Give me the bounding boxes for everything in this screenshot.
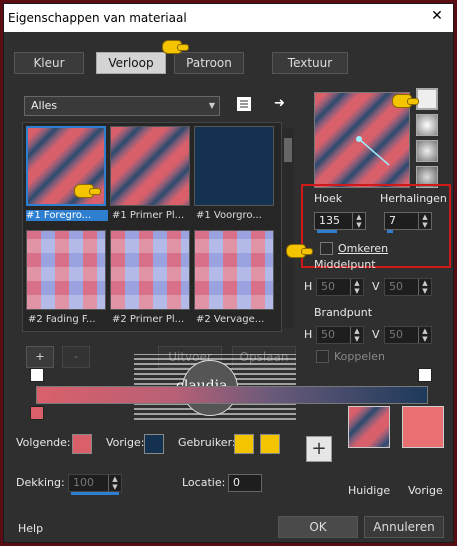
focal-h-label: H — [304, 328, 313, 341]
top-marker-left[interactable] — [30, 368, 44, 382]
category-dropdown[interactable]: Alles ▼ — [24, 96, 220, 116]
pointer-hand-icon — [392, 94, 419, 108]
top-marker-right[interactable] — [418, 368, 432, 382]
tab-verloop[interactable]: Verloop — [96, 52, 166, 74]
gradient-swatch-5[interactable] — [110, 230, 190, 310]
current-swatch[interactable] — [348, 406, 390, 448]
spin-arrows-icon[interactable]: ▲ ▼ — [418, 213, 431, 229]
angle-slider[interactable] — [317, 230, 337, 233]
mid-v-label: V — [372, 280, 380, 293]
prev-color-swatch[interactable] — [144, 434, 164, 454]
repeats-input[interactable]: 7 ▲ ▼ — [384, 212, 432, 233]
grid-scrollbar[interactable] — [282, 128, 294, 328]
opacity-value: 100 — [73, 476, 94, 489]
pointer-hand-icon — [286, 244, 313, 258]
focal-h-input[interactable]: 50 ▲ ▼ — [316, 326, 364, 344]
opacity-slider[interactable] — [71, 492, 119, 495]
previous-label: Vorige — [408, 484, 443, 497]
swatch-label-5: #2 Primer Pl... — [112, 314, 185, 325]
focal-label: Brandpunt — [314, 306, 373, 319]
user-color-swatch-2[interactable] — [260, 434, 280, 454]
opacity-label: Dekking: — [16, 476, 65, 489]
add-gradient-button[interactable]: + — [26, 346, 54, 368]
gradient-swatch-2[interactable] — [110, 126, 190, 206]
chevron-down-icon: ▼ — [208, 101, 215, 110]
category-value: Alles — [31, 99, 58, 112]
arrow-right-icon[interactable]: ➜ — [274, 96, 288, 111]
swatch-label-6: #2 Vervage... — [196, 314, 265, 325]
angle-input[interactable]: 135 ▲ ▼ — [314, 212, 366, 233]
pointer-hand-icon — [162, 40, 189, 54]
remove-gradient-button[interactable]: - — [62, 346, 90, 368]
swatch-label-3: #1 Voorgro... — [196, 210, 262, 221]
swatch-label-4: #2 Fading F... — [28, 314, 96, 325]
gradient-swatch-4[interactable] — [26, 230, 106, 310]
location-label: Locatie: — [182, 476, 226, 489]
gradient-swatch-3[interactable] — [194, 126, 274, 206]
link-checkbox[interactable] — [316, 350, 329, 363]
next-label: Volgende: — [16, 436, 71, 449]
focal-h-value: 50 — [321, 328, 335, 341]
spin-arrows-icon[interactable]: ▲ ▼ — [418, 279, 431, 295]
spin-arrows-icon[interactable]: ▲ ▼ — [350, 327, 363, 343]
cancel-button[interactable]: Annuleren — [364, 516, 444, 538]
spin-arrows-icon[interactable]: ▲ ▼ — [350, 279, 363, 295]
scrollbar-thumb[interactable] — [284, 138, 292, 162]
tab-textuur[interactable]: Textuur — [272, 52, 348, 74]
material-properties-dialog: Eigenschappen van materiaal ✕ Kleur Verl… — [3, 3, 454, 543]
pointer-hand-icon — [74, 184, 101, 198]
current-label: Huidige — [348, 484, 391, 497]
style-linear-button[interactable] — [416, 88, 438, 110]
gradient-editor-bar[interactable] — [36, 386, 428, 404]
repeats-value: 7 — [389, 214, 396, 227]
tab-patroon[interactable]: Patroon — [174, 52, 244, 74]
focal-v-value: 50 — [389, 328, 403, 341]
library-icon[interactable] — [236, 96, 252, 112]
style-sunburst-button[interactable] — [416, 140, 438, 162]
previous-swatch[interactable] — [402, 406, 444, 448]
invert-checkbox[interactable] — [320, 242, 333, 255]
next-color-swatch[interactable] — [72, 434, 92, 454]
style-rectangular-button[interactable] — [416, 114, 438, 136]
midpoint-h-value: 50 — [321, 280, 335, 293]
user-color-swatch-1[interactable] — [234, 434, 254, 454]
mid-h-label: H — [304, 280, 313, 293]
close-icon[interactable]: ✕ — [427, 8, 447, 24]
prev-label: Vorige: — [106, 436, 145, 449]
spin-arrows-icon[interactable]: ▲ ▼ — [108, 475, 121, 491]
tab-kleur[interactable]: Kleur — [14, 52, 84, 74]
location-input[interactable]: 0 — [228, 474, 262, 492]
ok-button[interactable]: OK — [278, 516, 358, 538]
spin-arrows-icon[interactable]: ▲ ▼ — [418, 327, 431, 343]
color-stop-start[interactable] — [30, 406, 44, 420]
angle-label: Hoek — [314, 192, 343, 205]
angle-value: 135 — [319, 214, 340, 227]
swatch-label-1: #1 Foregro... — [26, 210, 108, 221]
midpoint-v-input[interactable]: 50 ▲ ▼ — [384, 278, 432, 296]
invert-label: Omkeren — [338, 242, 389, 255]
user-label: Gebruiker: — [178, 436, 236, 449]
repeats-slider[interactable] — [387, 230, 393, 233]
spin-arrows-icon[interactable]: ▲ ▼ — [352, 213, 365, 229]
swatch-label-2: #1 Primer Pl... — [112, 210, 185, 221]
focal-v-input[interactable]: 50 ▲ ▼ — [384, 326, 432, 344]
midpoint-label: Middelpunt — [314, 258, 376, 271]
add-to-swatches-icon[interactable]: + — [306, 436, 332, 462]
gradient-swatch-6[interactable] — [194, 230, 274, 310]
link-label: Koppelen — [334, 350, 385, 363]
window-title: Eigenschappen van materiaal — [8, 11, 187, 25]
midpoint-h-input[interactable]: 50 ▲ ▼ — [316, 278, 364, 296]
opacity-input[interactable]: 100 ▲ ▼ — [68, 474, 122, 495]
help-link[interactable]: Help — [18, 522, 43, 535]
midpoint-v-value: 50 — [389, 280, 403, 293]
title-bar: Eigenschappen van materiaal ✕ — [4, 4, 453, 32]
focal-v-label: V — [372, 328, 380, 341]
location-value: 0 — [233, 476, 240, 489]
repeats-label: Herhalingen — [380, 192, 447, 205]
